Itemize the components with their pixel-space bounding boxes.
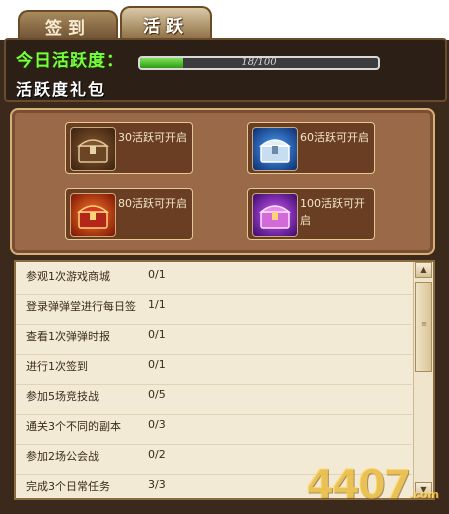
- task-row: 登录弹弹堂进行每日签 1/1: [16, 292, 412, 325]
- activity-label: 今日活跃度：: [16, 51, 124, 71]
- red-chest-icon[interactable]: [70, 193, 116, 237]
- gift-card[interactable]: 30活跃可开启: [65, 122, 193, 174]
- task-name: 参观1次游戏商城: [26, 270, 110, 283]
- task-row: 通关3个不同的副本 0/3: [16, 412, 412, 445]
- scroll-up-button[interactable]: ▲: [415, 262, 432, 278]
- gift-card[interactable]: 100活跃可开启: [247, 188, 375, 240]
- tab-bar: 签到 活跃: [0, 0, 449, 40]
- task-name: 登录弹弹堂进行每日签: [26, 300, 136, 313]
- task-progress: 0/1: [148, 358, 166, 371]
- activity-summary-panel: 今日活跃度： 18/100 活跃度礼包: [4, 38, 447, 102]
- gift-100[interactable]: 100活跃可开启: [247, 188, 417, 240]
- activity-progress-text: 18/100: [241, 57, 277, 68]
- task-progress: 0/5: [148, 388, 166, 401]
- gift-30[interactable]: 30活跃可开启: [65, 122, 235, 174]
- gift-section-title: 活跃度礼包: [16, 80, 107, 99]
- task-name: 参加5场竞技战: [26, 390, 99, 403]
- gift-label: 30活跃可开启: [118, 131, 187, 144]
- gift-label: 60活跃可开启: [300, 131, 369, 144]
- task-progress: 3/3: [148, 478, 166, 491]
- task-row: 参加5场竞技战 0/5: [16, 382, 412, 415]
- blue-chest-icon[interactable]: [252, 127, 298, 171]
- gift-60[interactable]: 60活跃可开启: [247, 122, 417, 174]
- gift-card[interactable]: 80活跃可开启: [65, 188, 193, 240]
- task-row: 查看1次弹弹时报 0/1: [16, 322, 412, 355]
- watermark-logo: 4407.com: [305, 462, 439, 508]
- bronze-chest-icon[interactable]: [70, 127, 116, 171]
- task-row: 进行1次签到 0/1: [16, 352, 412, 385]
- tab-sign-in[interactable]: 签到: [18, 10, 118, 40]
- task-name: 通关3个不同的副本: [26, 420, 121, 433]
- task-name: 完成3个日常任务: [26, 480, 110, 493]
- task-progress: 1/1: [148, 298, 166, 311]
- task-name: 参加2场公会战: [26, 450, 99, 463]
- task-name: 进行1次签到: [26, 360, 88, 373]
- task-progress: 0/1: [148, 328, 166, 341]
- purple-chest-icon[interactable]: [252, 193, 298, 237]
- tab-activity[interactable]: 活跃: [120, 6, 212, 40]
- gift-card[interactable]: 60活跃可开启: [247, 122, 375, 174]
- task-progress: 0/2: [148, 448, 166, 461]
- task-progress: 0/1: [148, 268, 166, 281]
- gift-label: 80活跃可开启: [118, 197, 187, 210]
- activity-window: 签到 活跃 今日活跃度： 18/100 活跃度礼包 30活跃可开启 60活跃可开…: [0, 0, 449, 514]
- gift-80[interactable]: 80活跃可开启: [65, 188, 235, 240]
- scroll-thumb[interactable]: ≡: [415, 282, 432, 372]
- task-progress: 0/3: [148, 418, 166, 431]
- grip-icon: ≡: [421, 320, 427, 328]
- activity-progress-bar: 18/100: [138, 56, 380, 70]
- task-name: 查看1次弹弹时报: [26, 330, 110, 343]
- gift-panel: 30活跃可开启 60活跃可开启 80活跃可开启 100活跃可开启: [10, 108, 435, 255]
- task-row: 参观1次游戏商城 0/1: [16, 262, 412, 295]
- gift-label: 100活跃可开启: [300, 197, 365, 227]
